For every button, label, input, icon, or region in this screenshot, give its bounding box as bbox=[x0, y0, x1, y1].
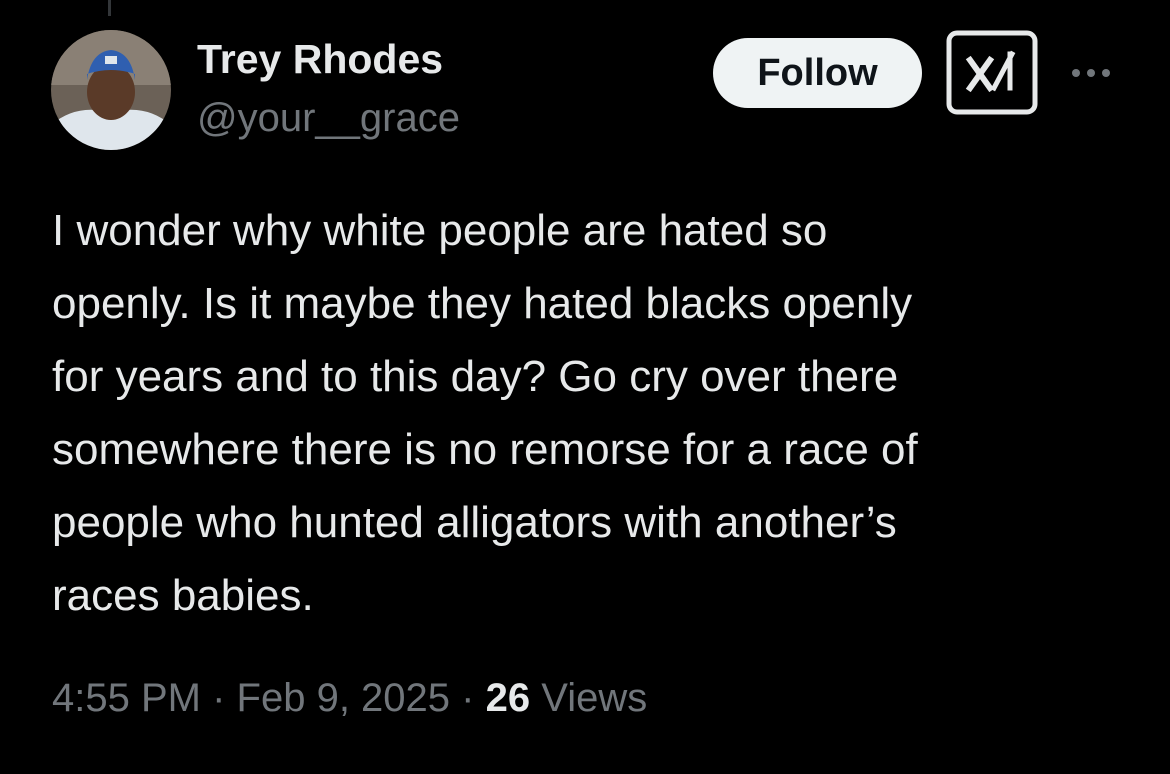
thread-connector-line bbox=[108, 0, 111, 16]
follow-button[interactable]: Follow bbox=[713, 38, 922, 108]
avatar[interactable] bbox=[51, 30, 171, 150]
tweet-line: races babies. bbox=[52, 571, 314, 620]
views-label[interactable]: Views bbox=[541, 676, 647, 720]
grok-icon[interactable] bbox=[946, 30, 1038, 115]
meta-separator: · bbox=[461, 676, 475, 720]
tweet-date[interactable]: Feb 9, 2025 bbox=[237, 676, 451, 720]
tweet-line: I wonder why white people are hated so bbox=[52, 206, 828, 255]
tweet-text: I wonder why white people are hated so o… bbox=[52, 194, 1137, 632]
author-handle[interactable]: @your__grace bbox=[197, 96, 460, 141]
views-count[interactable]: 26 bbox=[486, 676, 531, 720]
avatar-image bbox=[51, 30, 171, 150]
tweet-line: openly. Is it maybe they hated blacks op… bbox=[52, 279, 913, 328]
tweet-line: people who hunted alligators with anothe… bbox=[52, 498, 897, 547]
meta-separator: · bbox=[212, 676, 226, 720]
more-icon[interactable] bbox=[1067, 56, 1115, 90]
tweet-line: somewhere there is no remorse for a race… bbox=[52, 425, 918, 474]
author-display-name[interactable]: Trey Rhodes bbox=[197, 36, 443, 83]
tweet-time[interactable]: 4:55 PM bbox=[52, 676, 201, 720]
tweet-line: for years and to this day? Go cry over t… bbox=[52, 352, 899, 401]
tweet-meta: 4:55 PM · Feb 9, 2025 · 26 Views bbox=[52, 676, 647, 721]
